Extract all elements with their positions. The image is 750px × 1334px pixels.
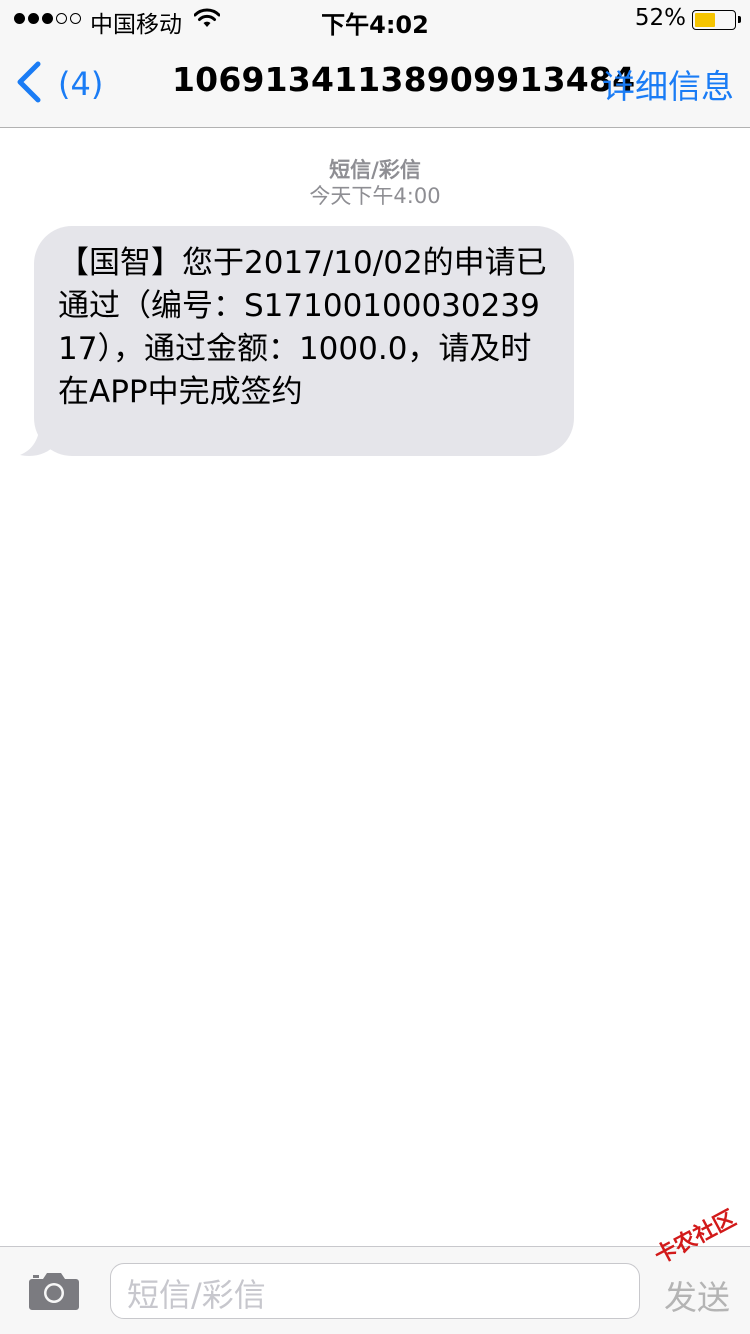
unread-count: (4): [58, 65, 104, 103]
message-timestamp: 今天下午4:00: [309, 184, 441, 208]
battery-icon: [692, 10, 741, 30]
battery-level: [695, 13, 715, 27]
message-input[interactable]: 短信/彩信: [110, 1263, 640, 1319]
message-bubble[interactable]: 【国智】您于2017/10/02的申请已通过（编号：S1710010003023…: [34, 226, 574, 456]
status-bar: 中国移动 下午4:02 52%: [0, 0, 750, 40]
input-bar: 短信/彩信 发送: [0, 1246, 750, 1334]
chevron-left-icon: [14, 60, 42, 108]
back-button[interactable]: (4): [14, 60, 103, 108]
battery-percentage: 52%: [634, 5, 686, 31]
conversation-title: 10691341138909913484: [172, 60, 636, 99]
message-text: 【国智】您于2017/10/02的申请已通过（编号：S1710010003023…: [58, 245, 547, 410]
camera-icon[interactable]: [28, 1271, 80, 1315]
send-button[interactable]: 发送: [664, 1271, 730, 1319]
navigation-bar: (4) 10691341138909913484 详细信息: [0, 40, 750, 128]
details-button[interactable]: 详细信息: [602, 60, 734, 108]
